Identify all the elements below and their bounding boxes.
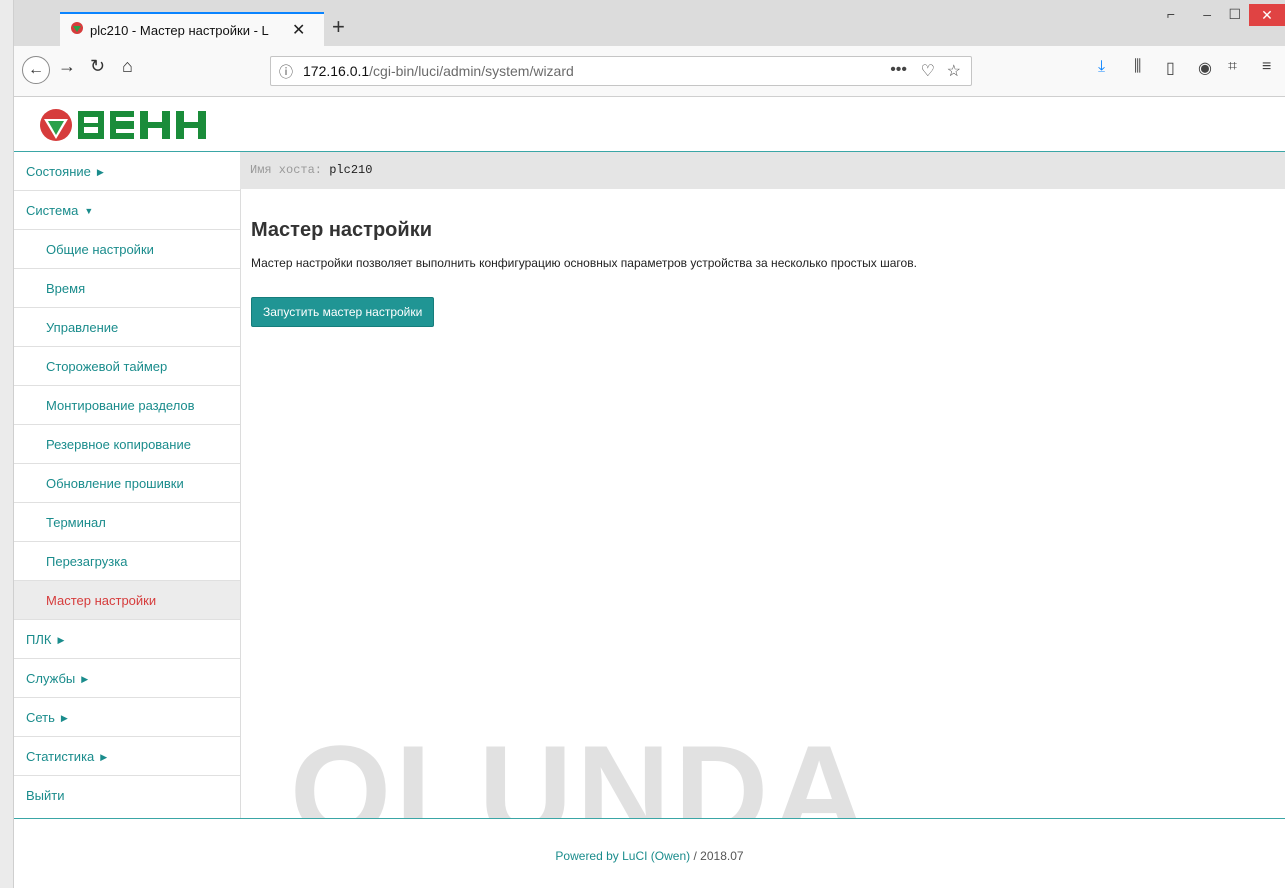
account-icon[interactable]: ◉ [1198,58,1212,78]
menu-terminal[interactable]: Терминал [14,503,240,542]
menu-setup-wizard[interactable]: Мастер настройки [14,581,240,620]
expand-arrow-icon: ▶ [57,635,65,645]
browser-tab[interactable]: plc210 - Мастер настройки - L ✕ [60,12,324,46]
owen-logo [40,109,206,141]
expand-arrow-icon: ▶ [60,713,68,723]
maximize-icon[interactable]: ☐ [1228,6,1241,23]
footer-text: Powered by LuCI (Owen) / 2018.07 [555,849,744,863]
menu-mount-points[interactable]: Монтирование разделов [14,386,240,425]
start-wizard-button[interactable]: Запустить мастер настройки [251,297,435,327]
menu-icon[interactable]: ≡ [1262,58,1271,76]
back-icon[interactable]: ← [22,56,50,84]
url-bar[interactable]: ⓘ 172.16.0.1/cgi-bin/luci/admin/system/w… [270,56,972,86]
menu-administration[interactable]: Управление [14,308,240,347]
library-icon[interactable]: ⫼ [1134,58,1141,76]
screenshot-icon[interactable]: ⌗ [1228,58,1237,76]
sidebar-menu: Состояние ▶ Система ▼ Общие настройки Врем… [14,152,241,818]
menu-status[interactable]: Состояние ▶ [14,152,240,191]
menu-statistics[interactable]: Статистика ▶ [14,737,240,776]
browser-window: plc210 - Мастер настройки - L ✕ + ⌐ – ☐ … [0,0,1285,889]
page-actions-icon[interactable]: ••• [890,61,907,79]
footer: Powered by LuCI (Owen) / 2018.07 [14,818,1285,889]
menu-firmware-update[interactable]: Обновление прошивки [14,464,240,503]
tab-close-icon[interactable]: ✕ [292,20,305,40]
menu-services[interactable]: Службы ▶ [14,659,240,698]
home-icon[interactable]: ⌂ [122,56,133,77]
menu-time[interactable]: Время [14,269,240,308]
downloads-icon[interactable]: ⤓ [1098,58,1105,76]
tab-title: plc210 - Мастер настройки - L [90,22,269,38]
page-title: Мастер настройки [251,219,432,241]
restore-icon[interactable]: ⌐ [1167,6,1175,22]
navigation-bar: ← → ↻ ⌂ ⓘ 172.16.0.1/cgi-bin/luci/admin/… [14,46,1285,97]
url-text[interactable]: 172.16.0.1/cgi-bin/luci/admin/system/wiz… [303,63,574,79]
menu-network[interactable]: Сеть ▶ [14,698,240,737]
menu-plc[interactable]: ПЛК ▶ [14,620,240,659]
window-left-edge [0,0,14,888]
owen-logo-bar [14,97,1285,152]
sidebar-toggle-icon[interactable]: ▯ [1166,58,1175,78]
reload-icon[interactable]: ↻ [90,56,105,77]
menu-reboot[interactable]: Перезагрузка [14,542,240,581]
menu-logout[interactable]: Выйти [14,776,240,815]
favicon-icon [70,21,84,40]
page-description: Мастер настройки позволяет выполнить кон… [251,256,917,270]
tab-bar: plc210 - Мастер настройки - L ✕ + ⌐ – ☐ … [14,0,1285,46]
minimize-icon[interactable]: – [1203,6,1211,22]
expand-arrow-icon: ▶ [81,674,89,684]
bookmark-star-icon[interactable]: ☆ [947,61,961,81]
collapse-arrow-icon: ▼ [84,206,94,216]
main-content: Мастер настройки Мастер настройки позвол… [251,219,917,327]
menu-backup[interactable]: Резервное копирование [14,425,240,464]
menu-system[interactable]: Система ▼ [14,191,240,230]
expand-arrow-icon: ▶ [96,167,104,177]
pocket-icon[interactable]: ♡ [921,61,935,81]
menu-general-settings[interactable]: Общие настройки [14,230,240,269]
menu-watchdog[interactable]: Сторожевой таймер [14,347,240,386]
luci-link[interactable]: Powered by LuCI (Owen) [555,849,690,863]
hostname-label: Имя хоста: [250,163,323,177]
forward-icon[interactable]: → [58,56,76,77]
site-info-icon[interactable]: ⓘ [279,62,293,82]
hostname-value: plc210 [329,163,373,177]
window-close-icon[interactable]: ✕ [1249,4,1285,26]
new-tab-button[interactable]: + [332,16,345,38]
expand-arrow-icon: ▶ [100,752,108,762]
version-text: 2018.07 [700,849,744,863]
hostname-bar: Имя хоста: plc210 [240,152,1285,189]
